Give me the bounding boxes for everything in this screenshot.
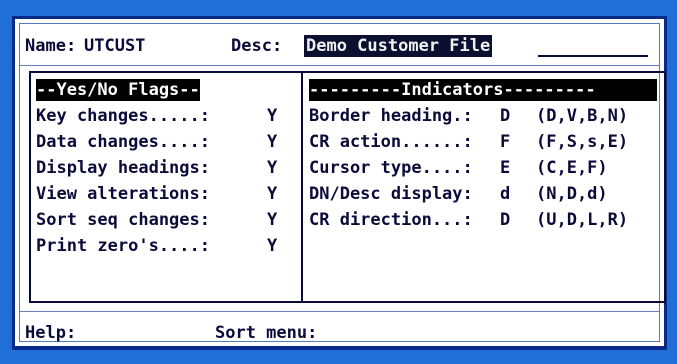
flag-label-key-changes: Key changes.....:	[36, 106, 210, 126]
name-field[interactable]: UTCUST	[84, 35, 145, 57]
indicator-value-cursor-type[interactable]: E	[500, 157, 510, 179]
flag-value-print-zeros[interactable]: Y	[267, 235, 277, 257]
indicator-options-dn-desc-display: (N,D,d)	[536, 184, 608, 204]
indicator-label-border-heading: Border heading.:	[309, 106, 473, 126]
indicator-label-cr-direction: CR direction...:	[309, 210, 473, 230]
sort-menu-label: Sort menu:	[215, 323, 318, 343]
flag-label-sort-seq-changes: Sort seq changes:	[36, 210, 210, 230]
indicators-header: ---------Indicators---------	[309, 79, 657, 101]
indicator-options-cr-action: (F,S,s,E)	[536, 132, 629, 152]
indicator-label-dn-desc-display: DN/Desc display:	[309, 184, 473, 204]
flag-label-view-alterations: View alterations:	[36, 184, 210, 204]
indicator-value-border-heading[interactable]: D	[500, 105, 510, 127]
flag-label-data-changes: Data changes....:	[36, 132, 210, 152]
flag-value-view-alterations[interactable]: Y	[267, 183, 277, 205]
window-bottom-bar	[12, 346, 667, 350]
flag-value-key-changes[interactable]: Y	[267, 105, 277, 127]
indicator-options-border-heading: (D,V,B,N)	[536, 106, 629, 126]
indicator-label-cr-action: CR action......:	[309, 132, 473, 152]
flag-label-print-zeros: Print zero's....:	[36, 236, 210, 256]
help-label: Help:	[25, 323, 77, 343]
bottom-separator	[20, 311, 659, 312]
desc-label: Desc:	[231, 36, 283, 56]
flag-value-sort-seq-changes[interactable]: Y	[267, 209, 277, 231]
indicator-options-cursor-type: (C,E,F)	[536, 158, 608, 178]
terminal-screen: Name: UTCUST Desc: Demo Customer File --…	[0, 0, 677, 364]
top-separator	[20, 65, 659, 66]
indicator-value-cr-direction[interactable]: D	[500, 209, 510, 231]
flag-value-display-headings[interactable]: Y	[267, 157, 277, 179]
column-divider	[301, 71, 303, 303]
flag-label-display-headings: Display headings:	[36, 158, 210, 178]
indicator-label-cursor-type: Cursor type....:	[309, 158, 473, 178]
indicator-value-dn-desc-display[interactable]: d	[500, 183, 510, 205]
form-window: Name: UTCUST Desc: Demo Customer File --…	[12, 16, 667, 349]
desc-field[interactable]: Demo Customer File	[304, 35, 493, 57]
indicator-options-cr-direction: (U,D,L,R)	[536, 210, 629, 230]
flags-header: --Yes/No Flags--	[36, 79, 200, 101]
desc-field-underline	[538, 55, 648, 57]
name-label: Name:	[25, 36, 77, 56]
indicator-value-cr-action[interactable]: F	[500, 131, 510, 153]
flag-value-data-changes[interactable]: Y	[267, 131, 277, 153]
